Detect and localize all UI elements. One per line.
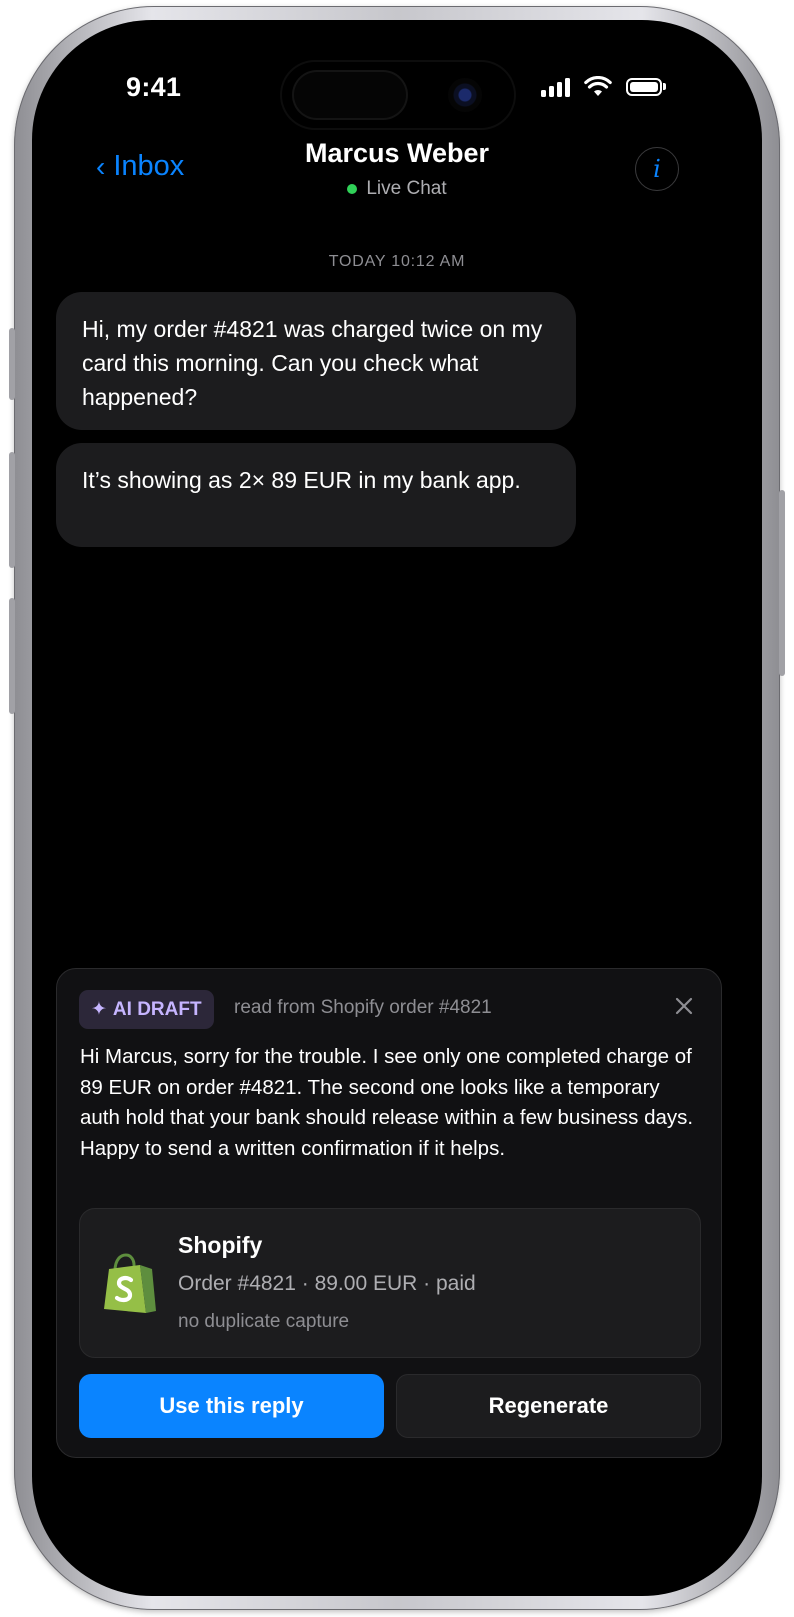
battery-tip [663,83,666,90]
shopify-order-card: Shopify Order #4821 · 89.00 EUR · paid n… [79,1208,701,1358]
regenerate-button[interactable]: Regenerate [396,1374,701,1438]
action-button [9,328,15,400]
power-button [779,490,785,676]
battery-icon [626,77,662,96]
draft-reply-text: Hi Marcus, sorry for the trouble. I see … [80,1045,694,1160]
ai-draft-badge: ✦ AI DRAFT [79,990,214,1029]
info-button[interactable]: i [635,147,679,191]
shopify-name: Shopify [178,1232,263,1258]
shopify-order-summary: Order #4821 · 89.00 EUR · paid [178,1272,476,1295]
ai-draft-label: AI DRAFT [112,998,202,1020]
info-icon: i [653,155,661,183]
dynamic-island [282,62,514,128]
ai-draft-card: ✦ AI DRAFT read from Shopify order #4821… [56,968,722,1458]
incoming-message: Hi, my order #4821 was charged twice on … [56,292,576,430]
close-icon[interactable] [671,993,697,1019]
message-text: It’s showing as 2× 89 EUR in my bank app… [82,467,521,493]
draft-source: read from Shopify order #4821 [234,997,492,1018]
incoming-message: It’s showing as 2× 89 EUR in my bank app… [56,443,576,547]
status-icons [541,76,666,97]
status-time: 9:41 [126,72,182,102]
app-screen: 9:41 ‹ Inbox Marcus Weber Live Chat i TO… [32,20,762,1596]
chat-channel-label: Live Chat [366,178,447,199]
message-text: Hi, my order #4821 was charged twice on … [82,316,543,410]
shopify-bag-icon [104,1253,156,1313]
cellular-signal-icon [541,77,570,97]
front-camera [448,78,482,112]
use-reply-button[interactable]: Use this reply [79,1374,384,1438]
wifi-icon [584,76,612,96]
live-status-dot [347,184,358,194]
sparkle-icon: ✦ [91,999,107,1020]
island-sensor [292,70,408,120]
shopify-order-note: no duplicate capture [178,1311,350,1332]
volume-up-button [9,452,15,568]
volume-down-button [9,598,15,714]
message-timestamp: TODAY 10:12 AM [328,253,466,270]
